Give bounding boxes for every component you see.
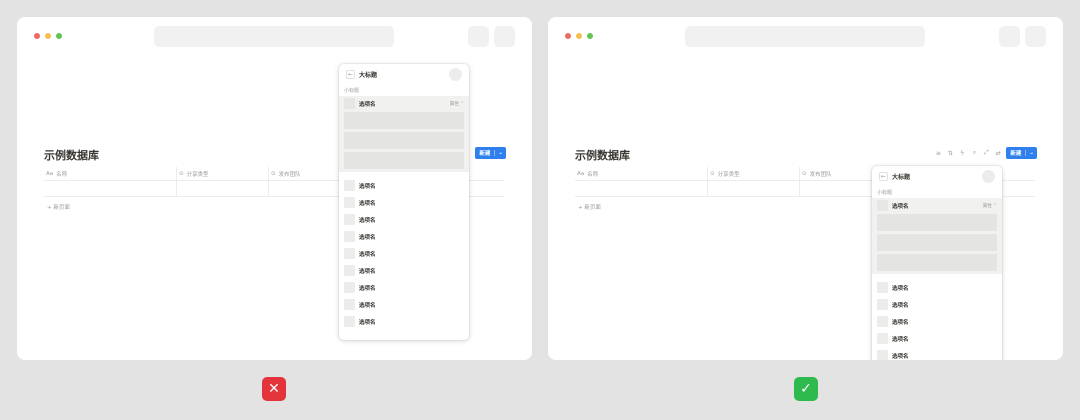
window-button[interactable]	[468, 26, 489, 47]
dropdown-menu: ← 大标题 小标题 选项名 属性 ⌃ 选项名 选项名 选项名 选项名 选项名 选…	[339, 64, 469, 340]
example-window-correct: 示例数据库 ≡ ⇅ ϟ ⌕ ⤢ ⇄ 新建 ⌄ Aa 名称 ⊙ 分享类型 ⊙ 发布…	[548, 17, 1063, 360]
list-item[interactable]: 选项名	[339, 194, 469, 211]
option-thumbnail	[344, 197, 355, 208]
window-button[interactable]	[494, 26, 515, 47]
back-arrow-icon[interactable]: ←	[346, 70, 355, 79]
menu-subtitle: 小标题	[344, 88, 360, 94]
database-toolbar: 新建 ⌄	[475, 147, 506, 159]
placeholder-block	[344, 112, 464, 129]
select-icon: ⊙	[710, 170, 715, 177]
placeholder-block	[877, 254, 997, 271]
option-label: 选项名	[359, 101, 376, 108]
list-item[interactable]: 选项名	[339, 228, 469, 245]
placeholder-block	[877, 234, 997, 251]
property-toggle[interactable]: 属性 ⌃	[983, 203, 997, 209]
dropdown-menu: ← 大标题 小标题 选项名 属性 ⌃ 选项名 选项名 选项名 选项名 选项名	[872, 166, 1002, 360]
filter-icon[interactable]: ≡	[934, 150, 942, 157]
option-thumbnail	[877, 200, 888, 211]
window-button[interactable]	[999, 26, 1020, 47]
option-thumbnail	[344, 98, 355, 109]
correct-icon: ✓	[794, 377, 818, 401]
option-thumbnail	[877, 299, 888, 310]
new-button-label: 新建	[1010, 151, 1022, 157]
option-thumbnail	[877, 282, 888, 293]
placeholder-block	[344, 132, 464, 149]
list-item[interactable]: 选项名	[872, 313, 1002, 330]
bolt-icon[interactable]: ϟ	[958, 150, 966, 157]
address-bar[interactable]	[154, 26, 394, 47]
text-icon: Aa	[46, 170, 54, 177]
new-button[interactable]: 新建 ⌄	[1006, 147, 1037, 159]
list-item[interactable]: 选项名	[339, 245, 469, 262]
option-thumbnail	[344, 282, 355, 293]
option-thumbnail	[877, 333, 888, 344]
close-dot[interactable]	[565, 33, 571, 39]
option-label: 选项名	[892, 203, 909, 210]
placeholder-block	[877, 214, 997, 231]
search-icon[interactable]: ⌕	[970, 149, 978, 157]
option-thumbnail	[344, 265, 355, 276]
back-arrow-icon[interactable]: ←	[879, 172, 888, 181]
window-button[interactable]	[1025, 26, 1046, 47]
list-item[interactable]: 选项名	[339, 279, 469, 296]
avatar[interactable]	[449, 68, 462, 81]
list-item[interactable]: 选项名	[339, 177, 469, 194]
chevron-down-icon[interactable]: ⌄	[1025, 150, 1037, 156]
menu-title: 大标题	[892, 174, 911, 181]
column-header-share-type[interactable]: ⊙ 分享类型	[177, 167, 269, 180]
example-window-incorrect: 示例数据库 新建 ⌄ Aa 名称 ⊙ 分享类型 ⊙ 发布团队 + 新页面 ← 大…	[17, 17, 532, 360]
option-thumbnail	[877, 350, 888, 360]
new-button-label: 新建	[479, 151, 491, 157]
menu-title: 大标题	[359, 72, 378, 79]
column-header-name[interactable]: Aa 名称	[575, 167, 708, 180]
list-item[interactable]: 选项名	[339, 296, 469, 313]
column-header-share-type[interactable]: ⊙ 分享类型	[708, 167, 800, 180]
option-thumbnail	[344, 316, 355, 327]
menu-header: ← 大标题	[339, 64, 469, 85]
menu-subtitle: 小标题	[877, 190, 893, 196]
property-toggle[interactable]: 属性 ⌃	[450, 101, 464, 107]
option-thumbnail	[344, 214, 355, 225]
option-thumbnail	[344, 180, 355, 191]
minimize-dot[interactable]	[45, 33, 51, 39]
maximize-dot[interactable]	[56, 33, 62, 39]
select-icon: ⊙	[179, 170, 184, 177]
placeholder-block	[344, 152, 464, 169]
window-controls	[34, 33, 62, 39]
menu-header: ← 大标题	[872, 166, 1002, 187]
selected-option[interactable]: 选项名 属性 ⌃	[872, 198, 1002, 274]
option-thumbnail	[344, 231, 355, 242]
column-header-name[interactable]: Aa 名称	[44, 167, 177, 180]
incorrect-icon: ✕	[262, 377, 286, 401]
list-item[interactable]: 选项名	[872, 330, 1002, 347]
option-thumbnail	[877, 316, 888, 327]
option-thumbnail	[344, 248, 355, 259]
database-title: 示例数据库	[44, 149, 99, 162]
list-item[interactable]: 选项名	[339, 313, 469, 330]
list-item[interactable]: 选项名	[872, 296, 1002, 313]
list-item[interactable]: 选项名	[872, 347, 1002, 360]
select-icon: ⊙	[802, 170, 807, 177]
expand-icon[interactable]: ⤢	[982, 149, 990, 157]
select-icon: ⊙	[271, 170, 276, 177]
list-item[interactable]: 选项名	[339, 262, 469, 279]
database-toolbar: ≡ ⇅ ϟ ⌕ ⤢ ⇄ 新建 ⌄	[934, 147, 1037, 159]
database-title: 示例数据库	[575, 149, 630, 162]
text-icon: Aa	[577, 170, 585, 177]
window-controls	[565, 33, 593, 39]
option-thumbnail	[344, 299, 355, 310]
address-bar[interactable]	[685, 26, 925, 47]
selected-option[interactable]: 选项名 属性 ⌃	[339, 96, 469, 172]
sort-icon[interactable]: ⇅	[946, 150, 954, 157]
minimize-dot[interactable]	[576, 33, 582, 39]
new-button[interactable]: 新建 ⌄	[475, 147, 506, 159]
chevron-down-icon[interactable]: ⌄	[494, 150, 506, 156]
list-item[interactable]: 选项名	[339, 211, 469, 228]
maximize-dot[interactable]	[587, 33, 593, 39]
close-dot[interactable]	[34, 33, 40, 39]
settings-icon[interactable]: ⇄	[994, 150, 1002, 157]
list-item[interactable]: 选项名	[872, 279, 1002, 296]
avatar[interactable]	[982, 170, 995, 183]
